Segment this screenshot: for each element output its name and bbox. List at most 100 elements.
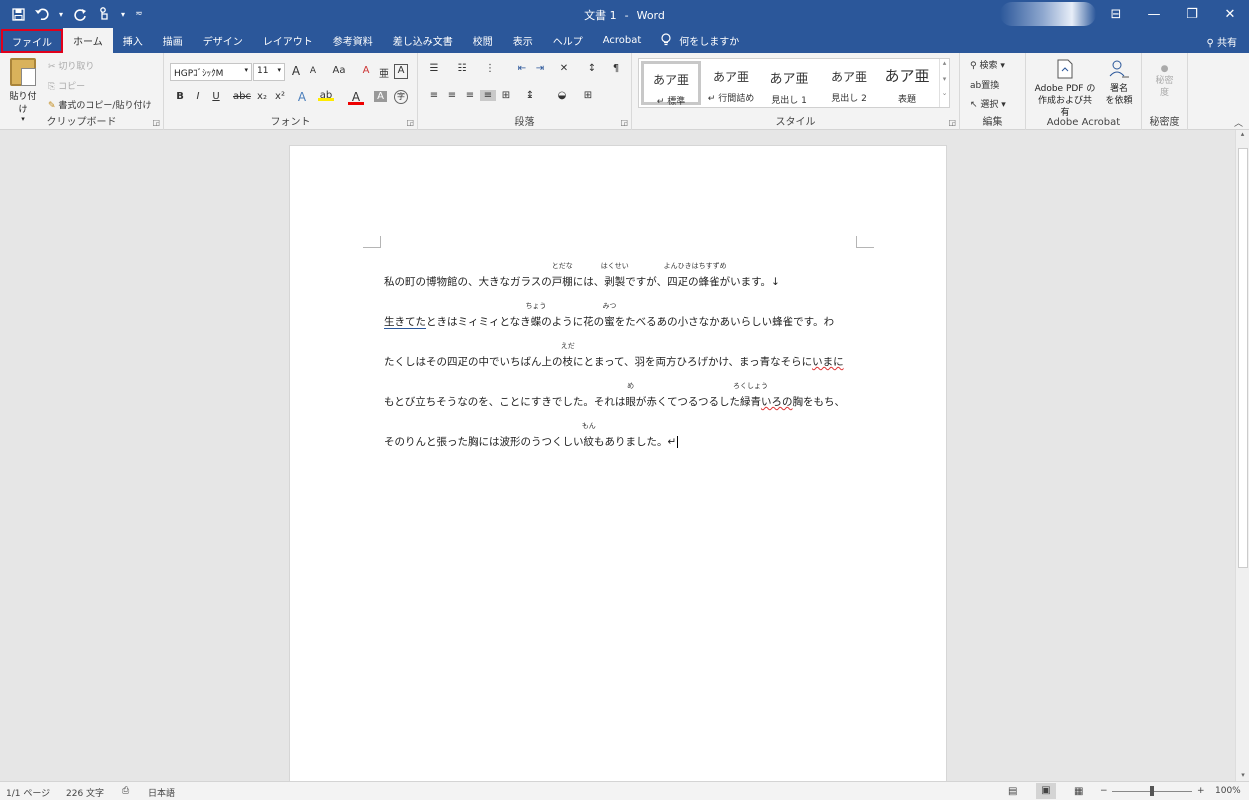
font-color-button[interactable]: A (348, 90, 364, 105)
show-formatting-icon[interactable]: ¶ (608, 63, 624, 74)
restore-icon[interactable]: ❐ (1173, 0, 1211, 28)
strikethrough-button[interactable]: abc (232, 91, 252, 102)
tab-home[interactable]: ホーム (63, 28, 113, 53)
language-indicator[interactable]: 日本語 (148, 786, 175, 799)
scroll-down-icon[interactable]: ▾ (1236, 771, 1249, 779)
zoom-level[interactable]: 100% (1215, 786, 1241, 796)
tab-file[interactable]: ファイル (1, 29, 63, 53)
tab-acrobat[interactable]: Acrobat (593, 28, 652, 53)
style-heading-1[interactable]: あア亜 見出し 1 (759, 61, 819, 106)
tab-references[interactable]: 参考資料 (323, 28, 383, 53)
character-border-button[interactable]: A (394, 64, 408, 79)
vertical-scrollbar[interactable]: ▴ ▾ (1235, 130, 1249, 781)
line-spacing-icon[interactable]: ↨ (522, 90, 538, 101)
clipboard-launcher-icon[interactable]: ◲ (152, 118, 160, 127)
style-heading-2[interactable]: あア亜 見出し 2 (819, 61, 879, 105)
share-button[interactable]: ⚲ 共有 (1206, 34, 1237, 49)
subscript-button[interactable]: x₂ (254, 91, 270, 102)
account-avatar[interactable] (1000, 2, 1096, 26)
word-count[interactable]: 226 文字 (66, 786, 104, 799)
web-layout-icon[interactable]: ▦ (1074, 786, 1083, 797)
justify-icon[interactable]: ≡ (480, 90, 496, 101)
ribbon-display-options-icon[interactable]: ⊟ (1097, 0, 1135, 28)
more-styles-icon[interactable]: ⌄ (940, 89, 949, 97)
cut-button[interactable]: ✂ 切り取り (48, 59, 94, 72)
ribbon-home: 貼り付け ▾ ✂ 切り取り ⎘ コピー ✎ 書式のコピー/貼り付け クリップボー… (0, 53, 1249, 130)
text-effects-button[interactable]: A (294, 90, 310, 104)
zoom-slider-thumb[interactable] (1150, 786, 1154, 796)
sort-icon[interactable]: ↕ (584, 63, 600, 74)
collapse-ribbon-icon[interactable]: ︿ (1234, 116, 1243, 129)
ruby-word: 蝶ちょう (525, 302, 546, 329)
style-no-spacing[interactable]: あア亜 ↵ 行間詰め (701, 61, 761, 105)
print-layout-icon[interactable]: ▣ (1036, 783, 1056, 799)
ruby-text: ちょう (525, 302, 547, 310)
copy-button[interactable]: ⎘ コピー (48, 79, 85, 92)
phonetic-guide-button[interactable]: 亜 (376, 65, 392, 80)
change-case-button[interactable]: Aa (328, 65, 350, 76)
zoom-in-button[interactable]: + (1197, 786, 1205, 796)
zoom-out-button[interactable]: − (1100, 786, 1108, 796)
tab-design[interactable]: デザイン (193, 28, 253, 53)
chevron-down-icon[interactable]: ▾ (940, 75, 949, 83)
style-preview: あア亜 (769, 72, 809, 87)
close-icon[interactable]: ✕ (1211, 0, 1249, 28)
shading-icon[interactable]: ◒ (554, 90, 570, 101)
scroll-thumb[interactable] (1238, 148, 1248, 568)
request-signature-button[interactable]: 署名 を依頼 (1100, 59, 1138, 107)
superscript-button[interactable]: x² (272, 91, 288, 102)
tab-insert[interactable]: 挿入 (113, 28, 153, 53)
tell-me-box[interactable]: 何をしますか (651, 28, 749, 53)
font-launcher-icon[interactable]: ◲ (406, 118, 414, 127)
numbering-icon[interactable]: ☷ (454, 63, 470, 74)
multilevel-list-icon[interactable]: ⋮ (482, 63, 498, 74)
bold-button[interactable]: B (172, 91, 188, 102)
proofing-icon[interactable]: ⎙ (122, 786, 129, 796)
grow-font-button[interactable]: A (288, 64, 304, 78)
increase-indent-icon[interactable]: ⇥ (532, 63, 548, 74)
styles-launcher-icon[interactable]: ◲ (948, 118, 956, 127)
character-shading-button[interactable]: A (374, 91, 387, 102)
align-right-icon[interactable]: ≡ (462, 90, 478, 101)
scroll-up-icon[interactable]: ▴ (1236, 130, 1249, 138)
tab-review[interactable]: 校閲 (463, 28, 503, 53)
ruby-word: 紋もん (582, 422, 596, 449)
page-count[interactable]: 1/1 ページ (6, 786, 50, 799)
chevron-up-icon[interactable]: ▴ (940, 59, 949, 67)
align-left-icon[interactable]: ≡ (426, 90, 442, 101)
clear-formatting-button[interactable]: A (358, 65, 374, 76)
tab-view[interactable]: 表示 (503, 28, 543, 53)
minimize-icon[interactable]: — (1135, 0, 1173, 28)
font-size-select[interactable]: 11 ▾ (253, 63, 285, 81)
style-title[interactable]: あア亜 表題 (877, 61, 937, 105)
highlight-color-button[interactable]: ab (318, 90, 334, 101)
styles-gallery-scroll[interactable]: ▴ ▾ ⌄ (939, 59, 949, 107)
create-pdf-button[interactable]: Adobe PDF の 作成および共有 (1034, 59, 1096, 119)
read-mode-icon[interactable]: ▤ (1008, 786, 1017, 797)
distribute-icon[interactable]: ⊞ (498, 90, 514, 101)
style-normal[interactable]: あア亜 ↵ 標準 (641, 61, 701, 107)
replace-button[interactable]: ab置換 (970, 78, 999, 91)
tab-help[interactable]: ヘルプ (543, 28, 593, 53)
find-button[interactable]: ⚲ 検索 ▾ (970, 58, 1005, 71)
borders-icon[interactable]: ⊞ (580, 90, 596, 101)
ruby-base: 戸棚 (551, 276, 573, 288)
select-button[interactable]: ↖ 選択 ▾ (970, 97, 1006, 110)
italic-button[interactable]: I (190, 91, 206, 102)
format-painter-button[interactable]: ✎ 書式のコピー/貼り付け (48, 98, 151, 111)
shrink-font-button[interactable]: A (305, 66, 321, 76)
bullets-icon[interactable]: ☰ (426, 63, 442, 74)
decrease-indent-icon[interactable]: ⇤ (514, 63, 530, 74)
sensitivity-button[interactable]: ● 秘密 度 (1142, 63, 1187, 99)
tab-mailings[interactable]: 差し込み文書 (383, 28, 463, 53)
font-name-select[interactable]: HGPｺﾞｼｯｸM ▾ (170, 63, 252, 81)
ruby-word: 枝えだ (561, 342, 575, 369)
asian-layout-icon[interactable]: ✕ (556, 63, 572, 74)
document-page[interactable]: 私の町の博物館の、大きなガラスの戸棚 とだな には、剥製 はくせい ですが、四疋 よんひき… (289, 145, 947, 781)
paragraph-launcher-icon[interactable]: ◲ (620, 118, 628, 127)
underline-button[interactable]: U (208, 91, 224, 102)
tab-layout[interactable]: レイアウト (253, 28, 323, 53)
align-center-icon[interactable]: ≡ (444, 90, 460, 101)
tab-draw[interactable]: 描画 (153, 28, 193, 53)
enclose-characters-button[interactable]: 字 (394, 90, 408, 104)
